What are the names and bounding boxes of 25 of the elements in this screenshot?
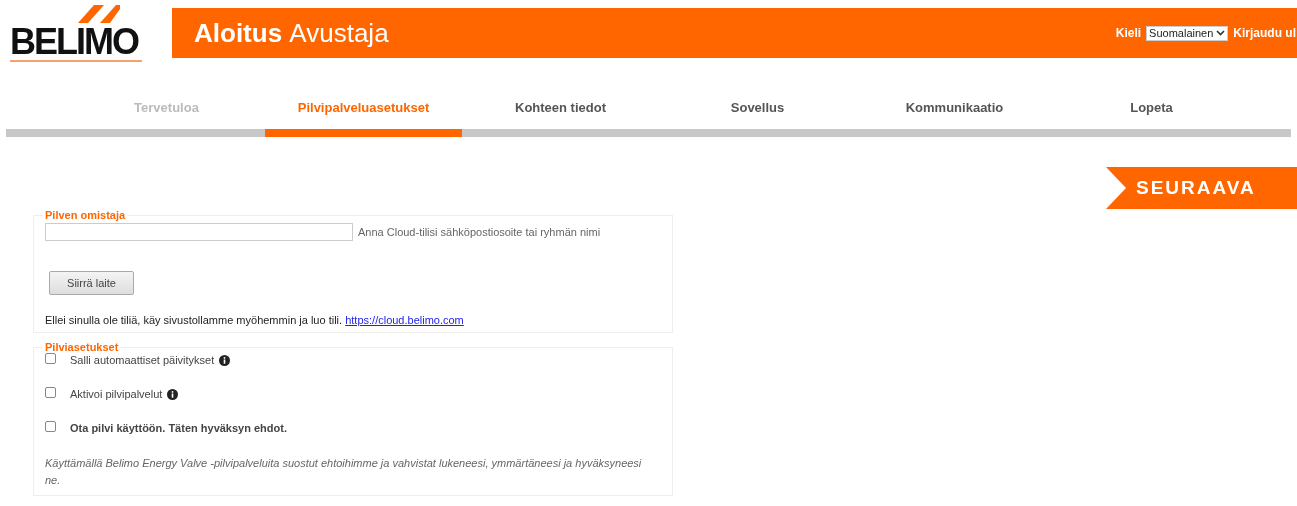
checkbox[interactable] <box>45 420 56 432</box>
option-label: Aktivoi pilvipalvelut <box>70 388 163 400</box>
checkbox[interactable] <box>45 386 56 398</box>
app-title: Aloitus Avustaja <box>193 17 389 49</box>
terms-text: Käyttämällä Belimo Energy Valve -pilvipalveluita suostut ehtoihimme ja vahvistat lukeneesi, ymmärtäneesi ja hyväksyneesi ne. <box>45 456 643 488</box>
option-label: Salli automaattiset päivitykset <box>70 354 215 366</box>
info-icon[interactable] <box>167 388 179 400</box>
move-device-button[interactable]: Siirrä laite <box>49 271 134 295</box>
checkbox[interactable] <box>45 352 56 364</box>
info-icon[interactable] <box>219 354 231 366</box>
option-label: Ota pilvi käyttöön. Täten hyväksyn ehdot. <box>70 422 287 434</box>
wizard-tab[interactable]: Kommunikaatio <box>856 72 1053 137</box>
wizard-tab[interactable]: Sovellus <box>659 72 856 137</box>
caret-icon <box>1216 30 1226 36</box>
cloud-link[interactable]: https://cloud.belimo.com <box>345 314 464 326</box>
section-legend: Pilven omistaja <box>43 209 128 221</box>
account-note: Ellei sinulla ole tiliä, käy sivustollamme myöhemmin ja luo tili. <box>45 314 343 326</box>
owner-hint: Anna Cloud-tilisi sähköpostiosoite tai ryhmän nimi <box>358 226 601 238</box>
section-legend: Pilviasetukset <box>43 341 121 353</box>
wizard-tab[interactable]: Kohteen tiedot <box>462 72 659 137</box>
logo-text: BELIMO <box>10 24 142 62</box>
owner-input-field[interactable] <box>45 223 353 241</box>
wizard-tab[interactable]: Lopeta <box>1053 72 1250 137</box>
language-label: Kieli <box>1115 26 1142 40</box>
language-select[interactable]: Suomalainen <box>1146 25 1229 41</box>
